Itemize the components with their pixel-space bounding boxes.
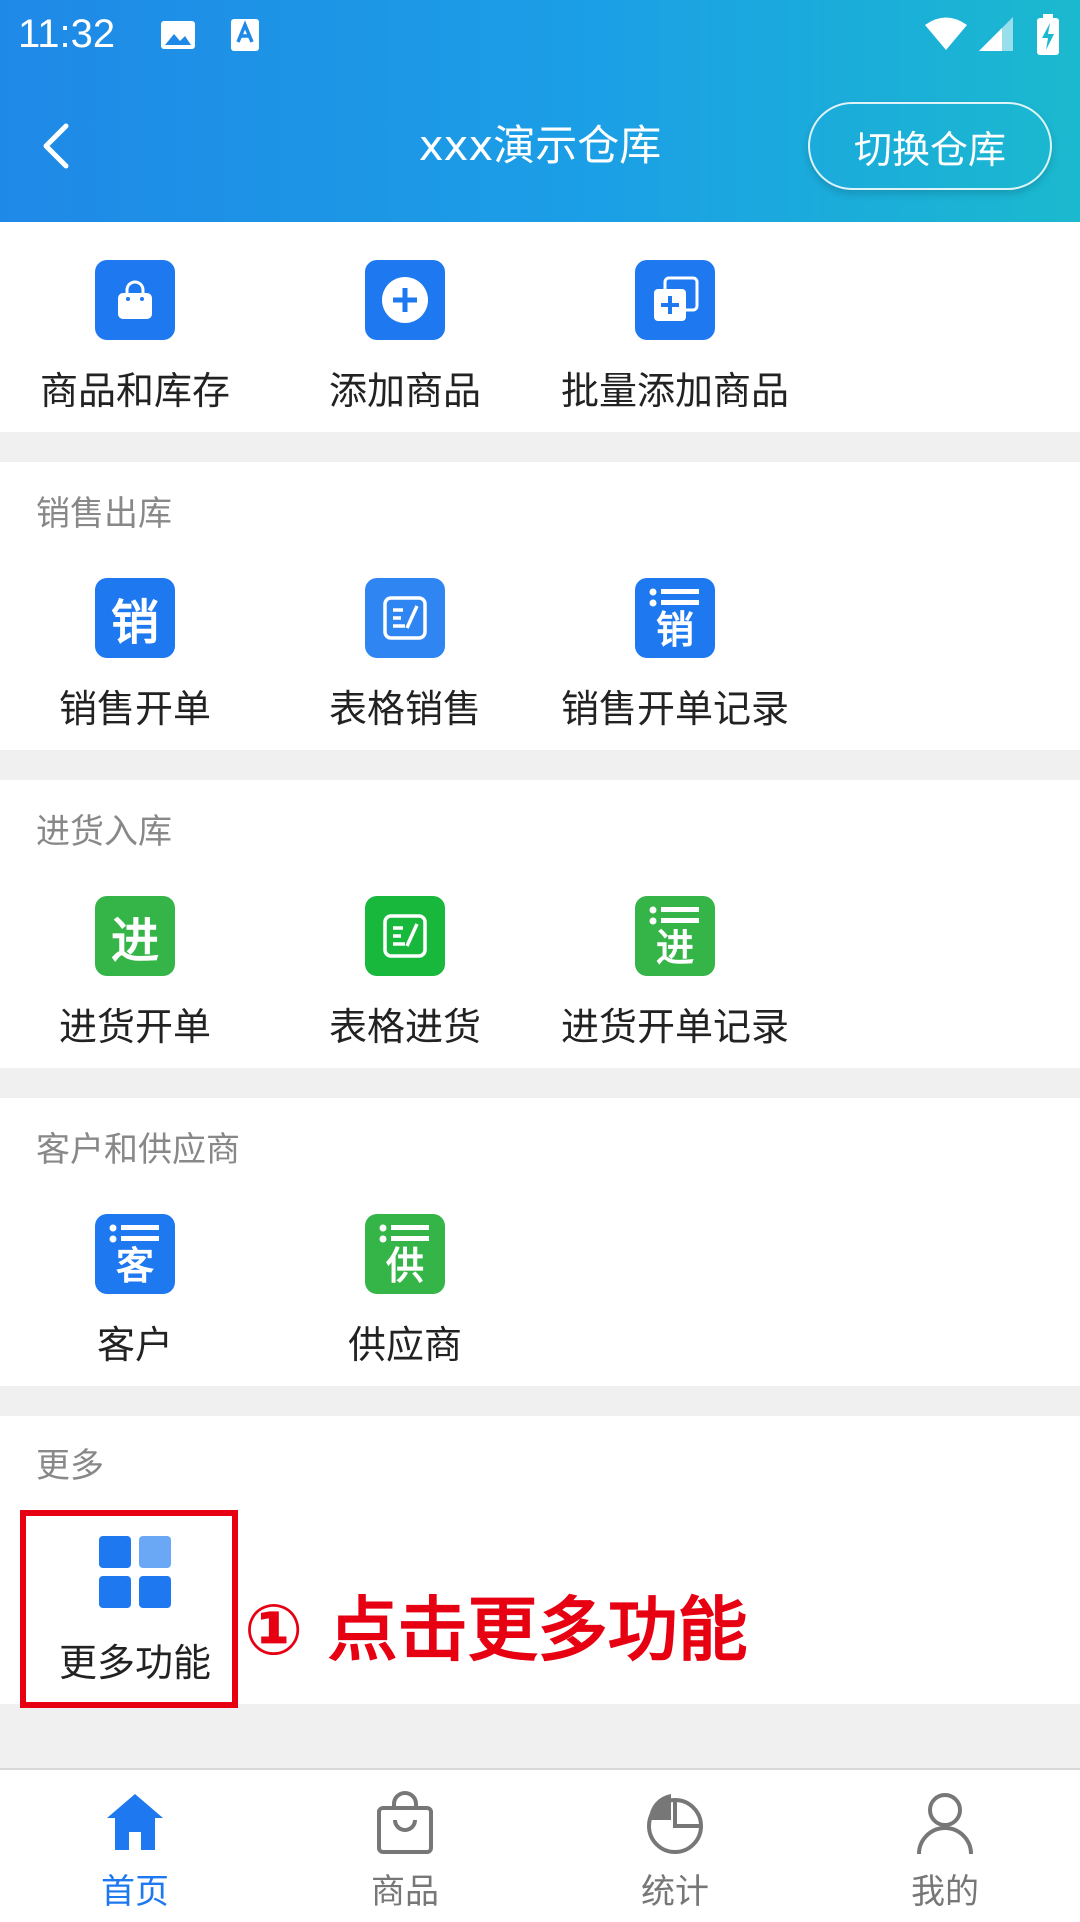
goods-and-stock-item[interactable]: 商品和库存 — [0, 260, 270, 415]
item-label: 商品和库存 — [39, 369, 230, 413]
nav-statistics[interactable]: 统计 — [540, 1770, 810, 1922]
signal-icon — [979, 17, 1013, 51]
plus-circle-icon — [365, 260, 445, 340]
sales-order-item[interactable]: 销 销售开单 — [0, 578, 270, 733]
battery-charging-icon — [1037, 14, 1059, 55]
batch-add-goods-item[interactable]: 批量添加商品 — [540, 260, 810, 415]
customers-suppliers-section: 客户和供应商 客 客户 供 供应商 — [0, 1098, 1080, 1386]
purchase-records-icon: 进 — [635, 896, 715, 976]
home-icon — [107, 1794, 163, 1850]
header-bar: 11:32 xxx演示仓库 切换仓库 — [0, 0, 1080, 222]
image-notification-icon — [161, 21, 195, 49]
nav-mine[interactable]: 我的 — [810, 1770, 1080, 1922]
switch-warehouse-button[interactable]: 切换仓库 — [808, 102, 1052, 190]
item-label: 表格销售 — [328, 687, 481, 731]
table-purchase-item[interactable]: 表格进货 — [270, 896, 540, 1051]
item-label: 批量添加商品 — [560, 369, 789, 413]
form-edit-icon — [365, 896, 445, 976]
annotation-text: ① 点击更多功能 — [244, 1589, 748, 1671]
batch-add-icon — [635, 260, 715, 340]
top-actions-section: 商品和库存 添加商品 批量添加商品 — [0, 222, 1080, 432]
purchase-section: 进货入库 进 进货开单 表格进货 进 进货开单记录 — [0, 780, 1080, 1068]
pie-chart-icon — [647, 1794, 703, 1854]
section-title: 更多 — [36, 1446, 104, 1486]
supplier-glyph: 供 — [385, 1244, 424, 1288]
nav-label: 首页 — [101, 1872, 169, 1912]
user-icon — [917, 1793, 973, 1855]
records-glyph: 进 — [655, 926, 694, 970]
sales-glyph-icon: 销 — [95, 578, 175, 658]
purchase-order-item[interactable]: 进 进货开单 — [0, 896, 270, 1051]
highlight-box — [20, 1510, 238, 1708]
item-label: 进货开单 — [58, 1005, 211, 1049]
item-label: 销售开单记录 — [560, 687, 789, 731]
item-label: 进货开单记录 — [560, 1005, 789, 1049]
item-label: 销售开单 — [58, 687, 211, 731]
nav-label: 统计 — [641, 1872, 709, 1912]
nav-label: 商品 — [371, 1872, 439, 1912]
status-time: 11:32 — [18, 12, 116, 56]
bottom-nav: 首页 商品 统计 我的 — [0, 1768, 1080, 1922]
table-sales-item[interactable]: 表格销售 — [270, 578, 540, 733]
customer-icon: 客 — [95, 1214, 175, 1294]
section-title: 销售出库 — [36, 494, 172, 534]
item-label: 表格进货 — [328, 1005, 481, 1049]
nav-label: 我的 — [911, 1872, 979, 1912]
section-title: 客户和供应商 — [36, 1130, 240, 1170]
supplier-icon: 供 — [365, 1214, 445, 1294]
add-goods-item[interactable]: 添加商品 — [270, 260, 540, 415]
customer-glyph: 客 — [115, 1244, 154, 1288]
shopping-bag-icon — [95, 260, 175, 340]
supplier-item[interactable]: 供 供应商 — [270, 1214, 540, 1369]
sales-records-icon: 销 — [635, 578, 715, 658]
item-label: 客户 — [96, 1323, 173, 1367]
purchase-glyph-icon: 进 — [95, 896, 175, 976]
wifi-icon — [925, 17, 967, 50]
nav-home[interactable]: 首页 — [0, 1770, 270, 1922]
nav-goods[interactable]: 商品 — [270, 1770, 540, 1922]
customer-item[interactable]: 客 客户 — [0, 1214, 270, 1369]
sales-order-records-item[interactable]: 销 销售开单记录 — [540, 578, 810, 733]
section-title: 进货入库 — [36, 812, 172, 852]
status-bar: 11:32 — [0, 0, 1080, 76]
form-edit-icon — [365, 578, 445, 658]
records-glyph: 销 — [655, 608, 694, 652]
sales-section: 销售出库 销 销售开单 表格销售 销 销售开单记录 — [0, 462, 1080, 750]
purchase-order-records-item[interactable]: 进 进货开单记录 — [540, 896, 810, 1051]
accessibility-notification-icon — [231, 19, 259, 51]
item-label: 添加商品 — [328, 369, 481, 413]
bag-icon — [377, 1791, 433, 1854]
item-label: 供应商 — [347, 1323, 462, 1367]
